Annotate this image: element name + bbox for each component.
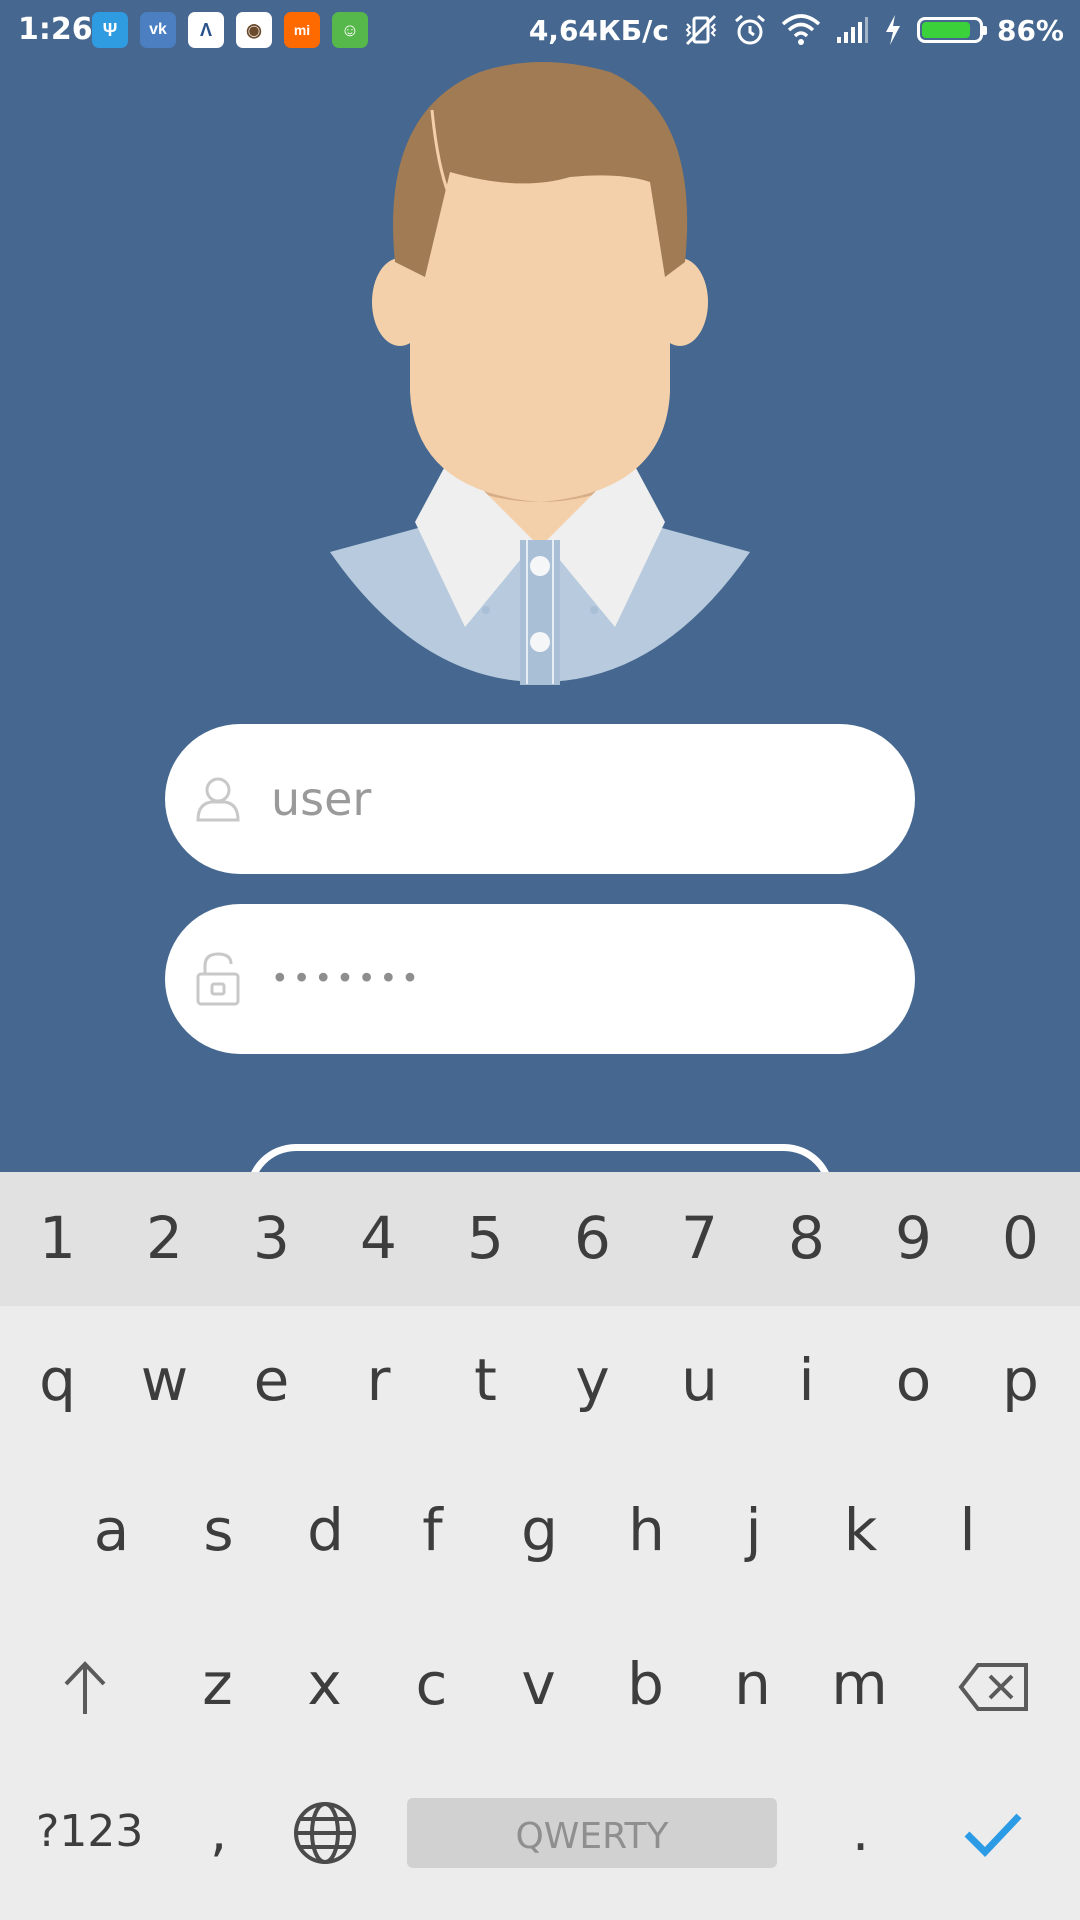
android-icon: ☺ bbox=[332, 12, 368, 48]
key-g[interactable]: g bbox=[486, 1496, 593, 1564]
key-u[interactable]: u bbox=[646, 1346, 753, 1414]
key-h[interactable]: h bbox=[593, 1496, 700, 1564]
space-key[interactable]: QWERTY bbox=[407, 1798, 777, 1868]
key-n[interactable]: n bbox=[699, 1650, 806, 1718]
key-i[interactable]: i bbox=[753, 1346, 860, 1414]
key-j[interactable]: j bbox=[700, 1496, 807, 1564]
arrow-up-app-icon: Λ bbox=[188, 12, 224, 48]
key-e[interactable]: e bbox=[218, 1346, 325, 1414]
key-3[interactable]: 3 bbox=[218, 1204, 325, 1272]
user-icon bbox=[196, 777, 240, 822]
network-speed: 4,64КБ/с bbox=[528, 13, 669, 47]
key-1[interactable]: 1 bbox=[4, 1204, 111, 1272]
key-r[interactable]: r bbox=[325, 1346, 432, 1414]
key-4[interactable]: 4 bbox=[325, 1204, 432, 1272]
status-time: 1:26 bbox=[18, 12, 93, 47]
username-placeholder: user bbox=[271, 772, 372, 826]
key-s[interactable]: s bbox=[165, 1496, 272, 1564]
key-6[interactable]: 6 bbox=[539, 1204, 646, 1272]
battery-percent: 86% bbox=[996, 13, 1064, 47]
shift-icon[interactable] bbox=[60, 1660, 110, 1716]
key-q[interactable]: q bbox=[4, 1346, 111, 1414]
key-x[interactable]: x bbox=[271, 1650, 378, 1718]
wifi-icon bbox=[781, 14, 821, 45]
vibrate-off-icon bbox=[685, 14, 717, 46]
key-o[interactable]: o bbox=[860, 1346, 967, 1414]
key-p[interactable]: p bbox=[967, 1346, 1074, 1414]
key-z[interactable]: z bbox=[164, 1650, 271, 1718]
notification-icons: Ψ vk Λ ◉ mi ☺ bbox=[92, 12, 368, 48]
password-value: ••••••• bbox=[271, 961, 423, 997]
signal-icon bbox=[836, 17, 868, 43]
vk-icon: vk bbox=[140, 12, 176, 48]
key-8[interactable]: 8 bbox=[753, 1204, 860, 1272]
globe-icon[interactable] bbox=[292, 1800, 358, 1866]
key-w[interactable]: w bbox=[111, 1346, 218, 1414]
comma-key[interactable]: , bbox=[210, 1800, 227, 1863]
alarm-icon bbox=[735, 14, 765, 45]
key-m[interactable]: m bbox=[806, 1650, 913, 1718]
password-field[interactable]: ••••••• bbox=[165, 904, 915, 1054]
key-d[interactable]: d bbox=[272, 1496, 379, 1564]
usb-icon: Ψ bbox=[92, 12, 128, 48]
key-a[interactable]: a bbox=[58, 1496, 165, 1564]
key-9[interactable]: 9 bbox=[860, 1204, 967, 1272]
battery-icon bbox=[916, 17, 987, 43]
cat-app-icon: ◉ bbox=[236, 12, 272, 48]
backspace-icon[interactable] bbox=[958, 1662, 1030, 1712]
status-right: 4,64КБ/с 86% bbox=[529, 10, 1064, 50]
username-field[interactable]: user bbox=[165, 724, 915, 874]
key-y[interactable]: y bbox=[539, 1346, 646, 1414]
user-avatar-illustration bbox=[330, 62, 750, 685]
status-bar: 1:26 Ψ vk Λ ◉ mi ☺ 4,64КБ/с 86% bbox=[0, 0, 1080, 60]
key-k[interactable]: k bbox=[807, 1496, 914, 1564]
key-l[interactable]: l bbox=[914, 1496, 1021, 1564]
key-v[interactable]: v bbox=[485, 1650, 592, 1718]
key-c[interactable]: c bbox=[378, 1650, 485, 1718]
key-5[interactable]: 5 bbox=[432, 1204, 539, 1272]
key-f[interactable]: f bbox=[379, 1496, 486, 1564]
charging-icon bbox=[885, 15, 900, 45]
key-t[interactable]: t bbox=[432, 1346, 539, 1414]
mi-icon: mi bbox=[284, 12, 320, 48]
key-b[interactable]: b bbox=[592, 1650, 699, 1718]
enter-check-icon[interactable] bbox=[963, 1810, 1023, 1858]
key-0[interactable]: 0 bbox=[967, 1204, 1074, 1272]
key-2[interactable]: 2 bbox=[111, 1204, 218, 1272]
space-key-label: QWERTY bbox=[515, 1816, 669, 1857]
key-7[interactable]: 7 bbox=[646, 1204, 753, 1272]
lock-open-icon bbox=[196, 952, 240, 1006]
period-key[interactable]: . bbox=[852, 1800, 869, 1863]
symbols-key[interactable]: ?123 bbox=[36, 1806, 143, 1857]
